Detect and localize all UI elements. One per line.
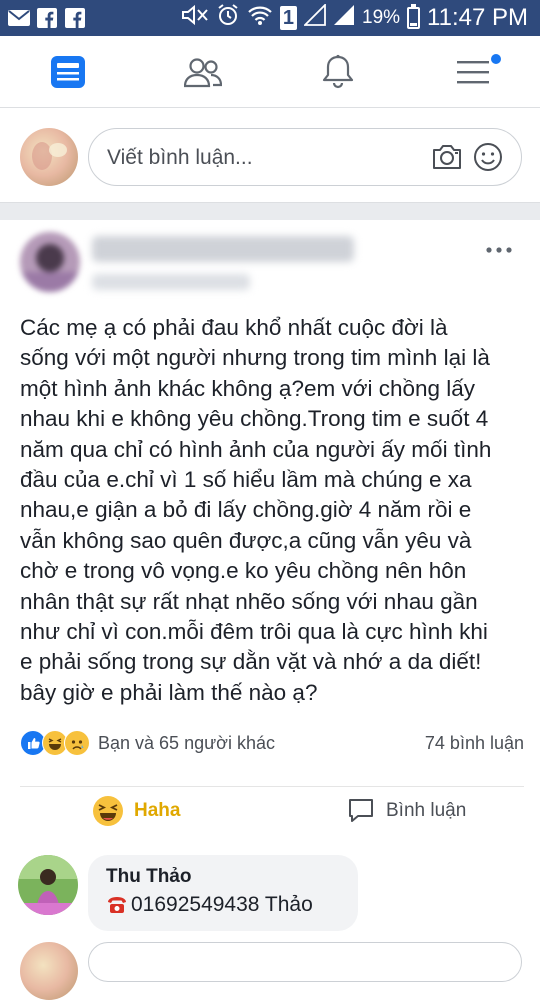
phone-icon xyxy=(108,897,126,913)
post: Các mẹ ạ có phải đau khổ nhất cuộc đời l… xyxy=(0,220,540,1000)
commenter-name[interactable]: Thu Thảo xyxy=(106,866,191,888)
sim-icon: 1 xyxy=(279,6,298,30)
battery-icon xyxy=(407,4,421,29)
avatar[interactable] xyxy=(20,942,78,1000)
alarm-icon xyxy=(216,3,240,34)
tab-friends[interactable] xyxy=(135,36,270,107)
comment-bubble[interactable]: Thu Thảo 01692549438 Thảo xyxy=(88,855,358,931)
bell-icon xyxy=(322,54,353,88)
more-options-icon[interactable] xyxy=(486,240,512,258)
comments-count[interactable]: 74 bình luận xyxy=(425,733,524,754)
comment-input[interactable]: Viết bình luận... xyxy=(88,128,522,186)
top-nav xyxy=(0,36,540,108)
clock: 11:47 PM xyxy=(427,4,528,31)
tab-news-feed[interactable] xyxy=(0,36,135,107)
status-bar: 1 19% 11:47 PM xyxy=(0,0,540,36)
post-author-name-blurred[interactable] xyxy=(92,236,354,262)
comment-label: Bình luận xyxy=(386,800,467,821)
mute-icon xyxy=(181,4,209,33)
haha-button[interactable]: Haha xyxy=(92,795,180,827)
signal-empty-icon xyxy=(302,2,326,33)
friends-icon xyxy=(183,57,222,87)
post-meta-blurred xyxy=(92,274,250,290)
reactions-summary[interactable]: Bạn và 65 người khác 74 bình luận xyxy=(20,730,524,758)
comment-button[interactable]: Bình luận xyxy=(346,795,466,827)
tab-menu[interactable] xyxy=(405,36,540,107)
avatar[interactable] xyxy=(20,128,78,186)
battery-percent: 19% xyxy=(362,7,401,28)
comment-text: 01692549438 Thảo xyxy=(131,893,313,916)
signal-icon xyxy=(333,4,355,33)
post-actions: Haha Bình luận xyxy=(20,786,524,833)
feed-separator xyxy=(0,202,540,221)
comment-placeholder: Viết bình luận... xyxy=(107,146,253,169)
comment-composer: Viết bình luận... xyxy=(0,108,540,202)
reply-input[interactable] xyxy=(88,942,522,982)
menu-icon xyxy=(456,60,489,83)
sad-reaction-icon xyxy=(64,730,90,756)
reactions-text[interactable]: Bạn và 65 người khác xyxy=(98,733,275,754)
comment-icon xyxy=(349,799,373,822)
mail-icon xyxy=(8,7,30,29)
news-feed-icon xyxy=(50,55,85,88)
wifi-icon xyxy=(247,4,273,33)
haha-icon xyxy=(93,796,123,826)
tab-notifications[interactable] xyxy=(270,36,405,107)
facebook-icon xyxy=(64,7,86,29)
notification-dot xyxy=(489,52,503,66)
post-author-avatar[interactable] xyxy=(20,232,80,292)
camera-icon[interactable] xyxy=(431,143,463,176)
haha-label: Haha xyxy=(134,800,181,821)
commenter-avatar[interactable] xyxy=(18,855,78,915)
status-bar-notifications xyxy=(8,6,86,30)
comment-text-row: 01692549438 Thảo xyxy=(106,893,313,917)
status-bar-system: 1 19% 11:47 PM xyxy=(181,2,528,34)
facebook-icon xyxy=(36,7,58,29)
post-text: Các mẹ ạ có phải đau khổ nhất cuộc đời l… xyxy=(20,315,492,705)
emoji-icon[interactable] xyxy=(473,142,503,177)
